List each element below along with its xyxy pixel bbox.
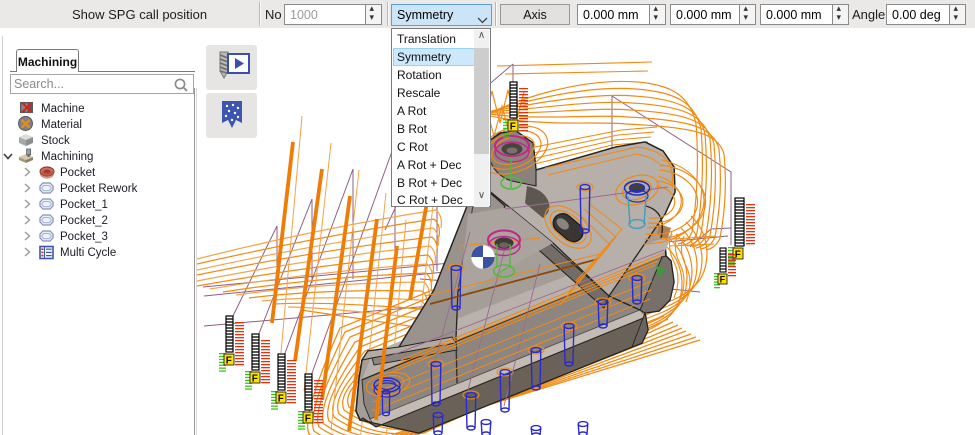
svg-text:Material: Material [41, 119, 82, 131]
svg-text:Pocket_1: Pocket_1 [60, 199, 108, 211]
svg-text:F: F [720, 275, 726, 285]
svg-text:Pocket Rework: Pocket Rework [60, 183, 138, 195]
svg-text:Pocket_3: Pocket_3 [60, 231, 108, 243]
svg-text:F: F [510, 122, 516, 133]
svg-text:F: F [305, 414, 311, 425]
svg-text:Machine: Machine [41, 103, 84, 115]
svg-text:Pocket_2: Pocket_2 [60, 215, 108, 227]
svg-text:F: F [226, 356, 232, 367]
svg-text:F: F [278, 394, 284, 405]
svg-text:F: F [252, 374, 258, 385]
svg-text:Pocket: Pocket [60, 167, 96, 179]
svg-text:Multi Cycle: Multi Cycle [60, 247, 116, 259]
svg-text:Machining: Machining [41, 151, 93, 163]
svg-text:Stock: Stock [41, 135, 70, 147]
